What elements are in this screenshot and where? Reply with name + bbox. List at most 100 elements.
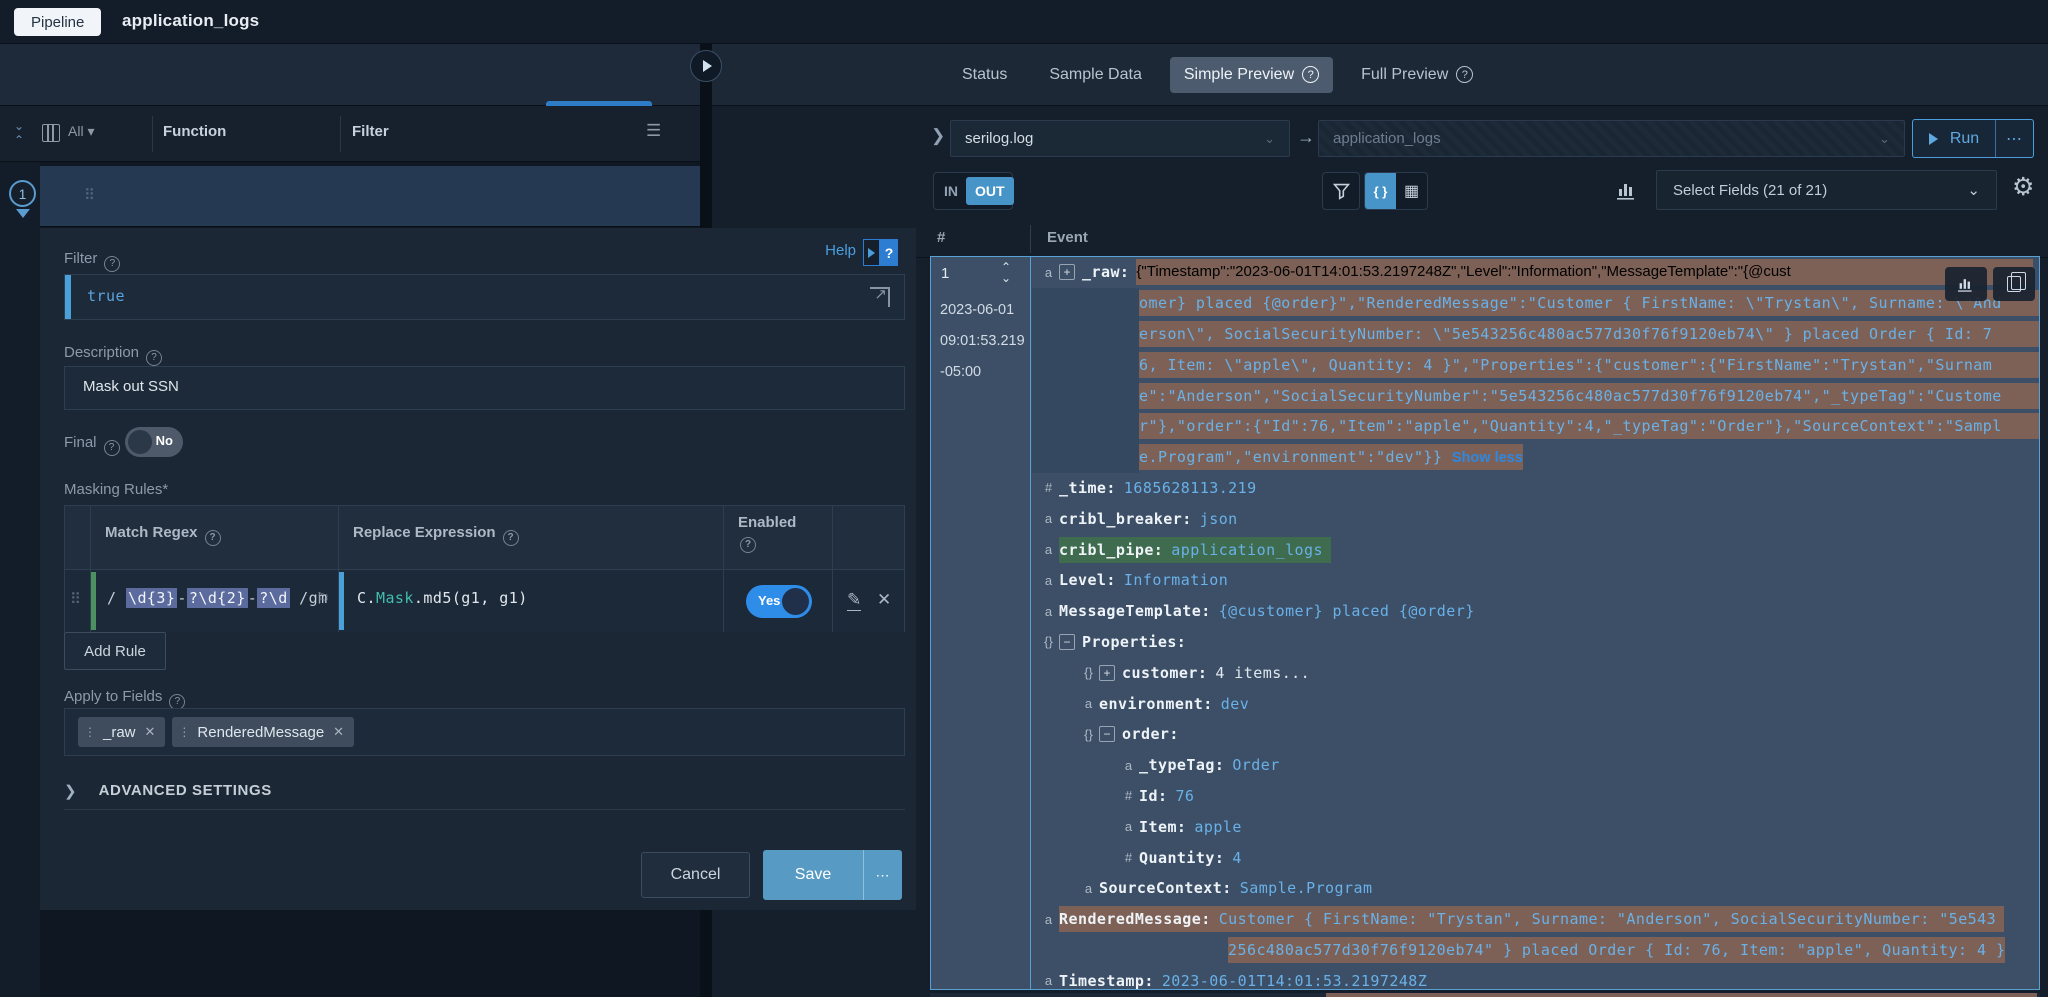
filter-expression-input[interactable]: true: [64, 274, 905, 320]
expand-preview-button[interactable]: [690, 50, 722, 82]
rule-replace-expression-cell[interactable]: C.Mask.md5(g1, g1): [339, 569, 724, 632]
field-tag-_raw[interactable]: ⋮_raw✕: [78, 717, 165, 747]
rule-enabled-toggle[interactable]: Yes: [746, 585, 812, 618]
edit-rule-icon[interactable]: ✎: [847, 590, 861, 611]
sample-selector-row: ❯ serilog.log ⌄ → application_logs ⌄ Run…: [712, 106, 2048, 164]
funnel-icon: [1333, 183, 1350, 200]
raw-field-block: a+_raw:{"Timestamp":"2023-06-01T14:01:53…: [1032, 257, 2040, 473]
field-tag-RenderedMessage[interactable]: ⋮ RenderedMessage ✕: [172, 717, 354, 747]
description-label: Description?: [64, 344, 162, 366]
filter-events-button[interactable]: [1322, 172, 1360, 210]
remove-field-icon[interactable]: ✕: [145, 724, 156, 740]
copy-event-button[interactable]: [1993, 267, 2035, 301]
help-icon[interactable]: ?: [146, 350, 162, 366]
field-key: cribl_pipe:: [1059, 541, 1163, 559]
event-row-2-partial[interactable]: [930, 993, 2040, 997]
help-video-icon[interactable]: ?: [863, 239, 898, 266]
event-row[interactable]: 1 ⌃⌄ 2023-06-01 09:01:53.219 -05:00 a+_r…: [930, 256, 2040, 990]
preview-settings-gear-icon[interactable]: ⚙: [2012, 172, 2034, 202]
field-key: Quantity:: [1139, 849, 1224, 867]
cancel-button[interactable]: Cancel: [641, 852, 750, 898]
rule-drag-cell[interactable]: ⠿: [65, 569, 91, 632]
delete-rule-icon[interactable]: ✕: [877, 590, 891, 610]
number-type-icon: #: [1041, 480, 1056, 495]
description-input[interactable]: Mask out SSN: [64, 366, 905, 410]
tab-simple-preview[interactable]: Simple Preview?: [1170, 57, 1333, 93]
help-icon[interactable]: ?: [104, 256, 120, 272]
final-toggle[interactable]: No: [125, 427, 183, 457]
save-more-button[interactable]: ⋯: [863, 850, 902, 900]
rule-match-regex-cell[interactable]: / \d{3}-?\d{2}-?\d /gm ⚐: [91, 569, 339, 632]
top-bar: Pipeline application_logs: [0, 0, 2048, 44]
apply-to-fields-input[interactable]: ⋮_raw✕⋮RenderedMessage✕: [64, 708, 905, 756]
add-rule-button[interactable]: Add Rule: [64, 632, 166, 670]
raw-value-line: omer} placed {@order}","RenderedMessage"…: [1139, 290, 2040, 316]
in-tab[interactable]: IN: [934, 183, 966, 199]
collapse-icon[interactable]: −: [1099, 726, 1115, 742]
string-type-icon: a: [1081, 881, 1096, 896]
mask-function-editor: Filter? Help ? true Description? Mask ou…: [40, 228, 916, 910]
help-icon[interactable]: ?: [503, 530, 519, 546]
drag-handle-icon[interactable]: ⋮: [178, 725, 190, 739]
remove-field-icon[interactable]: ✕: [333, 724, 344, 740]
field-value: 256c480ac577d30f76f9120eb74" } placed Or…: [1228, 937, 2005, 963]
drag-handle-icon[interactable]: ⠿: [84, 186, 95, 204]
columns-icon[interactable]: [42, 124, 60, 142]
help-icon[interactable]: ?: [104, 440, 120, 456]
list-menu-icon[interactable]: ☰: [646, 121, 661, 141]
wrap-indent: [1032, 442, 1139, 473]
chevron-right-icon[interactable]: ❯: [931, 126, 945, 146]
field-key-value: cribl_breaker:json: [1059, 506, 1238, 532]
collapse-icon[interactable]: −: [1059, 634, 1075, 650]
advanced-settings-section[interactable]: ❯ ADVANCED SETTINGS: [64, 772, 905, 810]
select-fields-dropdown[interactable]: Select Fields (21 of 21) ⌄: [1656, 170, 1997, 210]
expand-icon[interactable]: +: [1099, 665, 1115, 681]
chart-view-icon[interactable]: [1616, 180, 1638, 200]
help-icon: ?: [1456, 66, 1473, 83]
event-field-line: a_typeTag:Order: [1032, 750, 2040, 781]
wrap-indent: [1032, 380, 1139, 411]
run-button[interactable]: Run: [1913, 120, 1995, 157]
table-view-button[interactable]: ▦: [1396, 172, 1427, 210]
tab-full-preview[interactable]: Full Preview?: [1347, 57, 1487, 93]
raw-line: r"},"order":{"Id":76,"Item":"apple","Qua…: [1032, 411, 2040, 442]
field-chart-button[interactable]: [1945, 267, 1987, 301]
out-tab[interactable]: OUT: [966, 177, 1014, 205]
json-view-button[interactable]: { }: [1365, 172, 1396, 210]
run-split-button: Run ⋯: [1912, 119, 2034, 158]
help-icon[interactable]: ?: [740, 537, 756, 553]
column-separator: [1030, 225, 1031, 253]
help-link[interactable]: Help: [825, 242, 856, 259]
pipeline-badge[interactable]: Pipeline: [14, 8, 101, 36]
expand-editor-icon[interactable]: [870, 287, 890, 307]
function-row-mask[interactable]: ⠿ Mask true ⋯: [40, 166, 700, 227]
field-key: _typeTag:: [1139, 756, 1224, 774]
tab-label: Status: [962, 66, 1007, 84]
chevron-down-icon: ⌄: [1967, 181, 1980, 199]
event-field-line: #Id:76: [1032, 781, 2040, 812]
tab-status[interactable]: Status: [948, 57, 1021, 93]
flag-icon[interactable]: ⚐: [316, 589, 330, 609]
sample-file-select[interactable]: serilog.log ⌄: [950, 120, 1290, 157]
collapse-all-icon[interactable]: ⌄⌃: [14, 119, 24, 147]
field-key-value: Properties:: [1082, 629, 1186, 655]
event-field-line: aItem:apple: [1032, 811, 2040, 842]
tab-sample-data[interactable]: Sample Data: [1035, 57, 1156, 93]
drag-handle-icon[interactable]: ⋮: [84, 725, 96, 739]
show-less-link[interactable]: Show less: [1452, 450, 1523, 466]
help-icon[interactable]: ?: [205, 530, 221, 546]
field-tag-label: RenderedMessage: [197, 724, 324, 741]
event-field-line: aRenderedMessage:Customer { FirstName: "…: [1032, 904, 2040, 935]
drag-handle-icon[interactable]: ⠿: [70, 590, 81, 608]
save-button[interactable]: Save: [763, 850, 863, 900]
pipeline-select[interactable]: application_logs ⌄: [1318, 120, 1905, 157]
event-field-line: #_time:1685628113.219: [1032, 473, 2040, 504]
raw-value-line: r"},"order":{"Id":76,"Item":"apple","Qua…: [1139, 413, 2040, 439]
group-filter-dropdown[interactable]: All ▾: [68, 123, 94, 140]
filter-field-label: Filter?: [64, 250, 120, 272]
run-more-button[interactable]: ⋯: [1995, 120, 2033, 157]
pipeline-select-value: application_logs: [1333, 130, 1441, 147]
raw-line: omer} placed {@order}","RenderedMessage"…: [1032, 288, 2040, 319]
expand-icon[interactable]: +: [1059, 264, 1075, 280]
expand-collapse-event-icon[interactable]: ⌃⌄: [1001, 262, 1011, 284]
